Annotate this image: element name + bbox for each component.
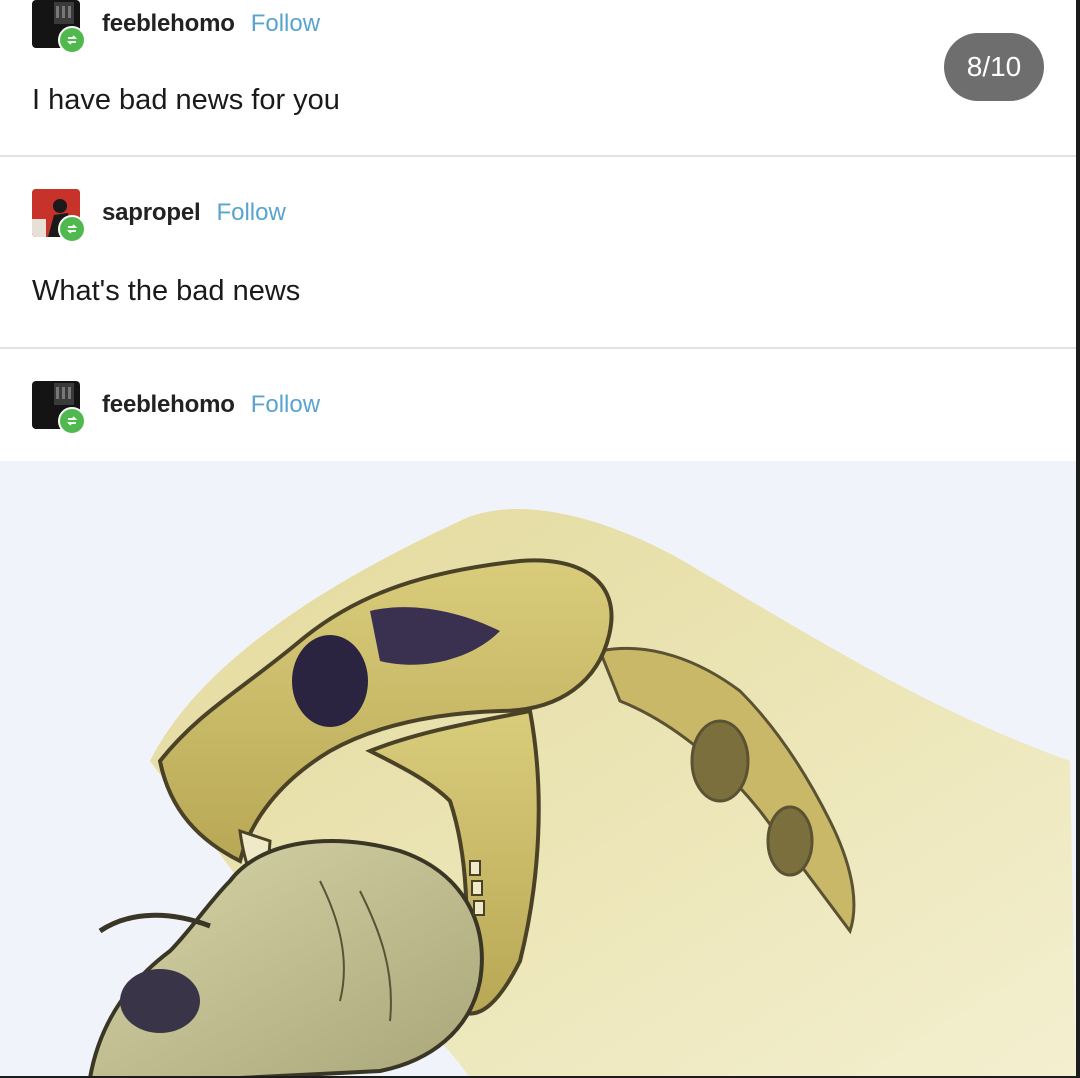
- username[interactable]: sapropel: [102, 199, 201, 227]
- post-image[interactable]: [0, 461, 1076, 1078]
- reblog-icon: [58, 407, 86, 435]
- username[interactable]: feeblehomo: [102, 10, 235, 38]
- image-counter-badge: 8/10: [944, 33, 1044, 101]
- post-header: feeblehomo Follow: [32, 381, 320, 435]
- frame-edge: [1076, 0, 1080, 1078]
- reblog-icon: [58, 215, 86, 243]
- post-text: I have bad news for you: [32, 84, 340, 116]
- follow-button[interactable]: Follow: [216, 199, 285, 227]
- avatar[interactable]: [32, 381, 86, 435]
- avatar[interactable]: [32, 189, 86, 243]
- post-2: sapropel Follow What's the bad news: [0, 157, 1076, 349]
- avatar[interactable]: [32, 0, 86, 54]
- follow-button[interactable]: Follow: [251, 10, 320, 38]
- post-header: feeblehomo Follow: [32, 0, 320, 54]
- post-header: sapropel Follow: [32, 189, 286, 243]
- post-3: feeblehomo Follow: [0, 349, 1076, 1078]
- post-1: feeblehomo Follow I have bad news for yo…: [0, 0, 1076, 157]
- username[interactable]: feeblehomo: [102, 391, 235, 419]
- reblog-icon: [58, 26, 86, 54]
- post-text: What's the bad news: [32, 275, 301, 307]
- follow-button[interactable]: Follow: [251, 391, 320, 419]
- skull-illustration: [87, 509, 1076, 1078]
